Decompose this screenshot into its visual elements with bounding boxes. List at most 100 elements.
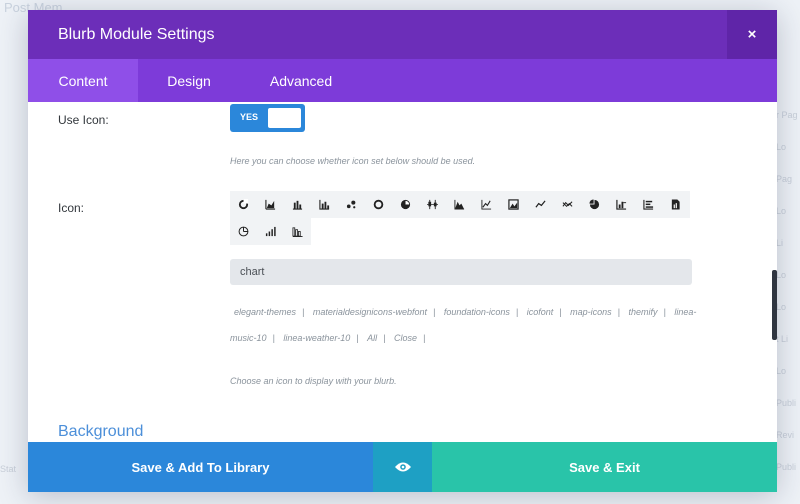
donut-chart-icon bbox=[373, 199, 384, 210]
save-add-to-library-button[interactable]: Save & Add To Library bbox=[28, 442, 373, 492]
icon-option[interactable] bbox=[284, 218, 311, 245]
background-side-item: Revi bbox=[776, 430, 795, 440]
background-side-item: Lo bbox=[776, 302, 787, 312]
background-side-item: Lo bbox=[776, 142, 787, 152]
modal-title: Blurb Module Settings bbox=[58, 25, 215, 43]
chart-refresh-icon bbox=[238, 199, 249, 210]
bar-chart-alt-icon bbox=[319, 199, 330, 210]
icon-library-links: elegant-themes | materialdesignicons-webf… bbox=[230, 299, 700, 351]
candlestick-icon bbox=[427, 199, 438, 210]
background-side-item: r Pag bbox=[776, 110, 798, 120]
background-side-item: Li bbox=[776, 238, 784, 248]
icon-library-link[interactable]: map-icons bbox=[566, 307, 616, 317]
modal-header: Blurb Module Settings × bbox=[28, 10, 777, 59]
area-chart-icon bbox=[265, 199, 276, 210]
scrollbar-handle[interactable] bbox=[772, 270, 777, 340]
library-separator: | bbox=[383, 333, 386, 343]
icon-option[interactable] bbox=[230, 218, 257, 245]
icon-label: Icon: bbox=[58, 201, 85, 215]
icon-option[interactable] bbox=[338, 191, 365, 218]
save-exit-button[interactable]: Save & Exit bbox=[432, 442, 777, 492]
background-side-item: Lo bbox=[776, 206, 787, 216]
background-section-title[interactable]: Background bbox=[58, 423, 143, 441]
use-icon-description: Here you can choose whether icon set bel… bbox=[230, 156, 476, 166]
blurb-settings-modal: Blurb Module Settings × Content Design A… bbox=[28, 10, 777, 492]
icon-option[interactable] bbox=[608, 191, 635, 218]
pie-chart-icon bbox=[589, 199, 600, 210]
background-side-item: Lo bbox=[776, 270, 787, 280]
icon-option[interactable] bbox=[419, 191, 446, 218]
icon-option[interactable] bbox=[635, 191, 662, 218]
icon-library-link[interactable]: elegant-themes bbox=[230, 307, 300, 317]
library-separator: | bbox=[302, 307, 305, 317]
use-icon-label: Use Icon: bbox=[58, 113, 109, 127]
eye-icon bbox=[394, 462, 411, 472]
library-separator: | bbox=[272, 333, 275, 343]
icon-search-input[interactable] bbox=[230, 259, 692, 285]
icon-option[interactable] bbox=[581, 191, 608, 218]
background-bottom-text: Stat bbox=[0, 464, 17, 474]
tab-design[interactable]: Design bbox=[138, 59, 240, 102]
trend-lines-icon bbox=[562, 201, 573, 208]
signal-bars-icon bbox=[265, 226, 276, 237]
icon-description: Choose an icon to display with your blur… bbox=[230, 376, 397, 386]
icon-library-link[interactable]: materialdesignicons-webfont bbox=[309, 307, 431, 317]
pie-chart-circle-icon bbox=[400, 199, 411, 210]
icon-library-link[interactable]: linea-weather-10 bbox=[279, 333, 354, 343]
icon-option[interactable] bbox=[662, 191, 689, 218]
icon-option[interactable] bbox=[554, 191, 581, 218]
bar-chart-icon bbox=[292, 200, 303, 210]
chart-bars-horizontal-icon bbox=[643, 199, 654, 210]
line-chart-icon bbox=[481, 199, 492, 210]
scatter-dots-icon bbox=[346, 200, 356, 209]
icon-option[interactable] bbox=[500, 191, 527, 218]
background-side-item: t Li bbox=[776, 334, 789, 344]
icon-library-link[interactable]: foundation-icons bbox=[440, 307, 514, 317]
icon-option[interactable] bbox=[473, 191, 500, 218]
library-separator: | bbox=[663, 307, 666, 317]
icon-row bbox=[230, 191, 690, 218]
toggle-knob bbox=[268, 108, 301, 128]
background-side-item: Publi bbox=[776, 398, 797, 408]
mountain-chart-icon bbox=[454, 199, 465, 210]
toggle-state-text: YES bbox=[240, 112, 259, 122]
icon-picker-grid bbox=[230, 191, 690, 245]
library-separator: | bbox=[423, 333, 426, 343]
use-icon-toggle[interactable]: YES bbox=[230, 104, 305, 132]
icon-library-link[interactable]: icofont bbox=[523, 307, 558, 317]
chart-growth-icon bbox=[616, 199, 627, 210]
image-chart-icon bbox=[508, 199, 519, 210]
settings-body: Use Icon: YES Here you can choose whethe… bbox=[28, 102, 777, 442]
tab-content[interactable]: Content bbox=[28, 59, 138, 102]
icon-option[interactable] bbox=[230, 191, 257, 218]
icon-library-link[interactable]: All bbox=[363, 333, 381, 343]
background-side-item: Pag bbox=[776, 174, 793, 184]
trend-line-icon bbox=[535, 200, 546, 208]
icon-option[interactable] bbox=[257, 218, 284, 245]
icon-option[interactable] bbox=[392, 191, 419, 218]
icon-option[interactable] bbox=[446, 191, 473, 218]
preview-button[interactable] bbox=[373, 442, 432, 492]
library-separator: | bbox=[432, 307, 436, 317]
icon-option[interactable] bbox=[284, 191, 311, 218]
close-button[interactable]: × bbox=[727, 10, 777, 59]
settings-tabs: Content Design Advanced bbox=[28, 59, 777, 102]
icon-row bbox=[230, 218, 311, 245]
icon-option[interactable] bbox=[257, 191, 284, 218]
pie-outline-icon bbox=[238, 226, 249, 237]
tab-advanced[interactable]: Advanced bbox=[240, 59, 362, 102]
library-separator: | bbox=[617, 307, 620, 317]
icon-option[interactable] bbox=[365, 191, 392, 218]
library-separator: | bbox=[356, 333, 359, 343]
background-side-list: r Pag Lo Pag Lo Li Lo Lo t Li Lo Publi Revi Publi bbox=[776, 110, 800, 472]
background-side-item: Publi bbox=[776, 462, 797, 472]
modal-footer: Save & Add To Library Save & Exit bbox=[28, 442, 777, 492]
icon-option[interactable] bbox=[311, 191, 338, 218]
icon-option[interactable] bbox=[527, 191, 554, 218]
icon-library-link[interactable]: Close bbox=[390, 333, 421, 343]
library-separator: | bbox=[515, 307, 519, 317]
chart-document-icon bbox=[671, 199, 680, 210]
background-side-item: Lo bbox=[776, 366, 787, 376]
close-icon: × bbox=[747, 26, 757, 43]
icon-library-link[interactable]: themify bbox=[625, 307, 662, 317]
